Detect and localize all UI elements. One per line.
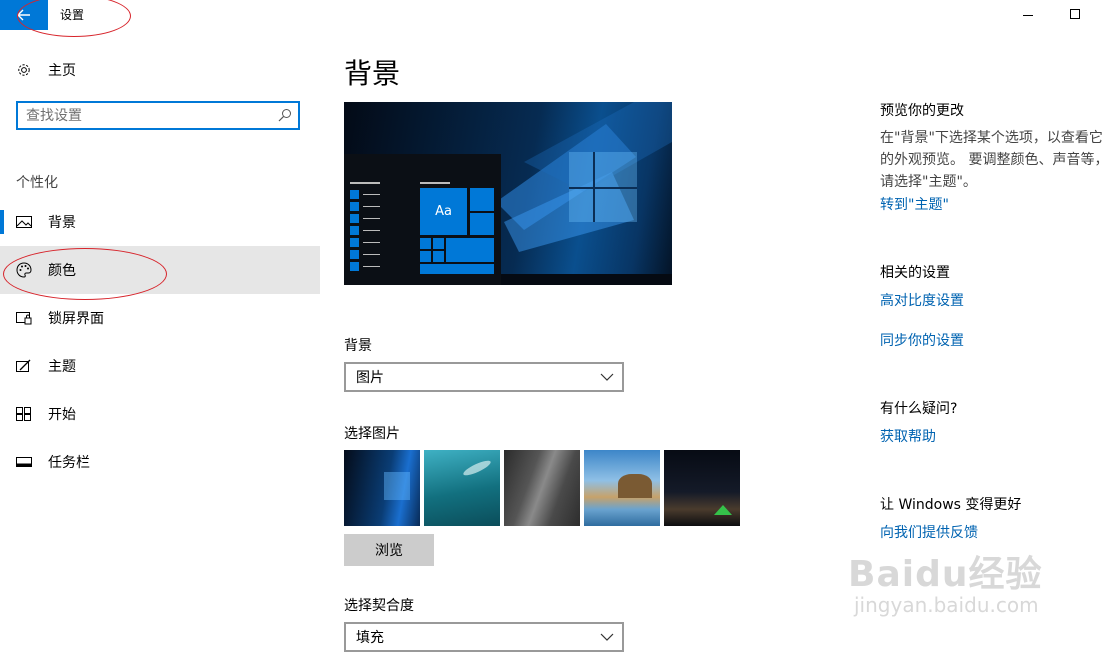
- tile-group-header: [420, 182, 450, 184]
- palette-icon: [16, 262, 32, 278]
- sync-settings-link[interactable]: 同步你的设置: [880, 330, 964, 350]
- minimize-button[interactable]: [1018, 6, 1038, 24]
- chevron-down-icon: [600, 633, 614, 641]
- sidebar-item-label: 主页: [48, 63, 76, 79]
- start-menu-list: [350, 182, 380, 274]
- preview-tile: [433, 238, 444, 249]
- sidebar-item-taskbar[interactable]: 任务栏: [0, 438, 320, 486]
- sidebar-item-background[interactable]: 背景: [0, 198, 320, 246]
- maximize-button[interactable]: [1065, 6, 1085, 24]
- sidebar-item-start[interactable]: 开始: [0, 390, 320, 438]
- go-to-themes-link[interactable]: 转到"主题": [880, 194, 949, 214]
- preview-heading: 预览你的更改: [880, 103, 964, 119]
- sidebar-item-label: 背景: [48, 215, 76, 231]
- sidebar-item-label: 任务栏: [48, 455, 90, 471]
- sidebar-item-label: 开始: [48, 407, 76, 423]
- preview-tile: [420, 251, 431, 262]
- search-input[interactable]: [18, 103, 266, 128]
- sidebar-item-label: 颜色: [48, 263, 76, 279]
- search-icon[interactable]: [278, 108, 292, 122]
- preview-tile: [470, 213, 494, 235]
- preview-tile: [446, 238, 494, 262]
- start-tiles-icon: [16, 407, 31, 421]
- related-settings-heading: 相关的设置: [880, 265, 950, 281]
- taskbar-icon: [16, 457, 32, 467]
- picture-thumbnail-rock[interactable]: [504, 450, 580, 526]
- lock-screen-icon: [16, 312, 32, 325]
- preview-tile-text: Aa: [435, 204, 452, 219]
- chevron-down-icon: [600, 373, 614, 381]
- picture-thumbnail-night-sky[interactable]: [664, 450, 740, 526]
- background-preview: Aa: [344, 102, 672, 285]
- watermark-brand: Baidu经验: [848, 554, 1043, 595]
- theme-brush-icon: [16, 359, 31, 372]
- picture-thumbnail-windows[interactable]: [344, 450, 420, 526]
- preview-tile: [420, 264, 494, 274]
- sidebar-item-lock-screen[interactable]: 锁屏界面: [0, 294, 320, 342]
- preview-tile: [420, 238, 431, 249]
- choose-picture-label: 选择图片: [344, 426, 400, 442]
- preview-tile-large: Aa: [420, 188, 467, 235]
- baidu-watermark: Baidu经验 jingyan.baidu.com: [848, 545, 1109, 640]
- browse-button[interactable]: 浏览: [344, 534, 434, 566]
- get-help-link[interactable]: 获取帮助: [880, 426, 936, 446]
- arrow-left-icon: [17, 9, 30, 21]
- window-title: 设置: [60, 8, 85, 22]
- fit-dropdown-value: 填充: [356, 630, 384, 646]
- sidebar-item-themes[interactable]: 主题: [0, 342, 320, 390]
- picture-thumbnail-beach[interactable]: [584, 450, 660, 526]
- section-label: 个性化: [16, 175, 58, 191]
- fit-dropdown[interactable]: 填充: [344, 622, 624, 652]
- picture-thumbnail-underwater[interactable]: [424, 450, 500, 526]
- sidebar-item-label: 锁屏界面: [48, 311, 104, 327]
- preview-tile: [433, 251, 444, 262]
- preview-tile: [470, 188, 494, 211]
- questions-heading: 有什么疑问?: [880, 401, 958, 417]
- background-dropdown-value: 图片: [356, 370, 384, 386]
- page-title: 背景: [344, 57, 401, 90]
- fit-label: 选择契合度: [344, 598, 414, 614]
- feedback-link[interactable]: 向我们提供反馈: [880, 522, 978, 542]
- improve-windows-heading: 让 Windows 变得更好: [880, 497, 1022, 513]
- sidebar-item-home[interactable]: 主页: [0, 46, 320, 94]
- back-button[interactable]: [0, 0, 48, 30]
- maximize-icon: [1070, 9, 1080, 19]
- high-contrast-link[interactable]: 高对比度设置: [880, 290, 964, 310]
- preview-description: 在"背景"下选择某个选项，以查看它的外观预览。 要调整颜色、声音等，请选择"主题…: [880, 130, 1109, 190]
- background-dropdown[interactable]: 图片: [344, 362, 624, 392]
- watermark-url: jingyan.baidu.com: [854, 593, 1039, 617]
- search-box[interactable]: [16, 101, 300, 130]
- minimize-icon: [1023, 15, 1033, 16]
- picture-icon: [16, 216, 32, 228]
- sidebar-item-label: 主题: [48, 359, 76, 375]
- sidebar-item-colors[interactable]: 颜色: [0, 246, 320, 294]
- gear-icon: [18, 64, 30, 76]
- background-label: 背景: [344, 338, 372, 354]
